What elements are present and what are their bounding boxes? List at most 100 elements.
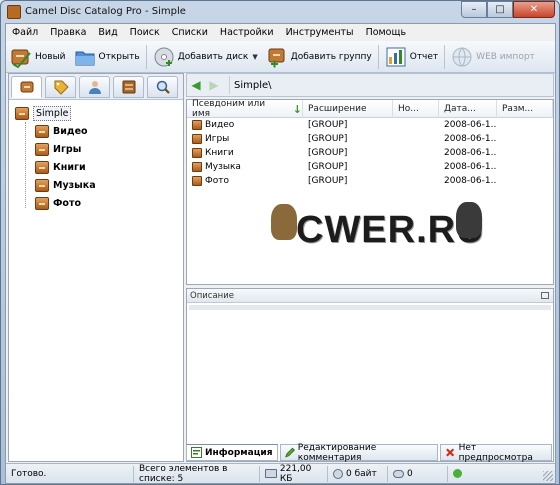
menu-tools[interactable]: Инструменты [280,27,360,38]
tab-tags[interactable] [45,76,76,98]
list-item[interactable]: Книги [GROUP] 2008-06-1... [187,146,553,160]
open-button[interactable]: Открыть [70,43,144,71]
tab-information[interactable]: Информация [186,444,278,461]
red-x-icon [446,448,455,457]
cabinet-icon [122,80,135,94]
tree-item-label: Simple [33,105,72,121]
add-group-label: Добавить группу [290,51,372,62]
list-item[interactable]: Видео [GROUP] 2008-06-1... [187,118,553,132]
description-panel: Описание [186,288,554,462]
description-content[interactable] [189,305,551,310]
tab-locations[interactable] [113,76,144,98]
info-window-icon [191,447,202,458]
add-disc-button[interactable]: Добавить диск ▼ [149,43,262,71]
tab-edit-comment[interactable]: Редактирование комментария [279,443,439,463]
catalog-box-icon [20,81,33,93]
bottom-tabs: Информация Редактирование комментария Не… [186,442,554,463]
web-import-button[interactable]: WEB импорт [447,43,539,71]
group-box-icon [35,160,49,174]
item-name: Игры [205,134,230,144]
watermark-devil-icon [456,202,482,238]
column-header-extension[interactable]: Расширение [303,100,393,118]
column-header-number[interactable]: Но... [393,100,439,118]
tree-item-games[interactable]: Игры [15,140,181,158]
group-box-icon [192,162,202,172]
menu-lists[interactable]: Списки [166,27,214,38]
menu-edit[interactable]: Правка [44,27,92,38]
globe-icon [452,47,472,66]
menu-view[interactable]: Вид [92,27,123,38]
column-header-size[interactable]: Разм... [497,100,553,118]
tree-item-music[interactable]: Музыка [15,176,181,194]
menu-file[interactable]: Файл [6,27,44,38]
list-item[interactable]: Музыка [GROUP] 2008-06-1... [187,160,553,174]
list-item[interactable]: Игры [GROUP] 2008-06-1... [187,132,553,146]
status-indicator [448,466,488,482]
item-name: Видео [205,120,235,130]
watermark-rabbit-icon [271,204,297,240]
list-item[interactable]: Фото [GROUP] 2008-06-1... [187,174,553,188]
menu-settings[interactable]: Настройки [214,27,280,38]
app-window: Camel Disc Catalog Pro - Simple – □ ✕ Фа… [0,0,560,485]
menu-search[interactable]: Поиск [124,27,166,38]
status-links: 0 [388,465,448,482]
person-icon [88,81,101,94]
status-ready: Готово. [6,465,134,482]
item-date: 2008-06-1... [444,162,497,172]
close-button[interactable]: ✕ [513,1,555,18]
menu-help[interactable]: Помощь [360,27,412,38]
title-bar: Camel Disc Catalog Pro - Simple – □ ✕ [1,1,559,23]
status-total-size: 221,00 КБ [260,464,328,484]
group-box-icon [35,196,49,210]
report-button-label: Отчет [409,51,439,62]
address-bar: ◀ ▶ Simple\ [186,73,554,97]
link-icon [393,469,404,478]
tab-search[interactable] [147,76,178,98]
item-extension: [GROUP] [308,176,348,186]
resize-grip[interactable] [543,471,553,481]
column-header-date[interactable]: Дата... [439,100,497,118]
pencil-icon [284,447,295,458]
panel-restore-icon[interactable] [541,292,549,299]
catalog-tree-pane: Simple Видео Игры Книги Музыка Фото [8,73,184,462]
tab-catalog[interactable] [11,76,42,98]
disc-icon [154,47,174,66]
client-area: Файл Правка Вид Поиск Списки Настройки И… [5,23,556,484]
status-selected-size-value: 0 байт [346,468,377,479]
tab-borrowers[interactable] [79,76,110,98]
add-group-button[interactable]: Добавить группу [262,43,376,71]
tab-no-preview[interactable]: Нет предпросмотра [440,442,552,463]
tree-item-root[interactable]: Simple [15,104,181,122]
item-date: 2008-06-1... [444,120,497,130]
minimize-button[interactable]: – [461,1,487,18]
item-name: Книги [205,148,234,158]
tree-item-video[interactable]: Видео [15,122,181,140]
forward-button[interactable]: ▶ [205,76,223,94]
group-box-icon [192,134,202,144]
back-button[interactable]: ◀ [187,76,205,94]
tab-label: Нет предпросмотра [458,442,533,463]
status-green-dot-icon [453,469,462,478]
report-button[interactable]: Отчет [381,43,442,71]
tree-item-books[interactable]: Книги [15,158,181,176]
tree-item-photo[interactable]: Фото [15,194,181,212]
tree-item-label: Фото [53,197,81,209]
maximize-button[interactable]: □ [487,1,513,18]
tree-item-label: Игры [53,143,82,155]
group-box-icon [192,176,202,186]
group-box-icon [35,124,49,138]
sort-arrow-icon: ↓ [292,102,302,116]
column-header-name[interactable]: Псевдоним или имя ↓ [187,99,303,119]
item-date: 2008-06-1... [444,176,497,186]
add-disc-dropdown-arrow[interactable]: ▼ [252,53,257,61]
new-button[interactable]: Новый [6,43,70,71]
status-bar: Готово. Всего элементов в списке: 5 221,… [6,463,555,484]
content-pane: ◀ ▶ Simple\ Псевдоним или имя ↓ Расширен… [186,73,554,462]
new-button-label: Новый [35,51,66,62]
item-name: Фото [205,176,230,186]
column-header-label: Псевдоним или имя [192,99,266,119]
address-path[interactable]: Simple\ [229,76,553,94]
description-header: Описание [187,289,553,303]
folder-open-icon [75,51,95,65]
description-title: Описание [190,290,234,301]
